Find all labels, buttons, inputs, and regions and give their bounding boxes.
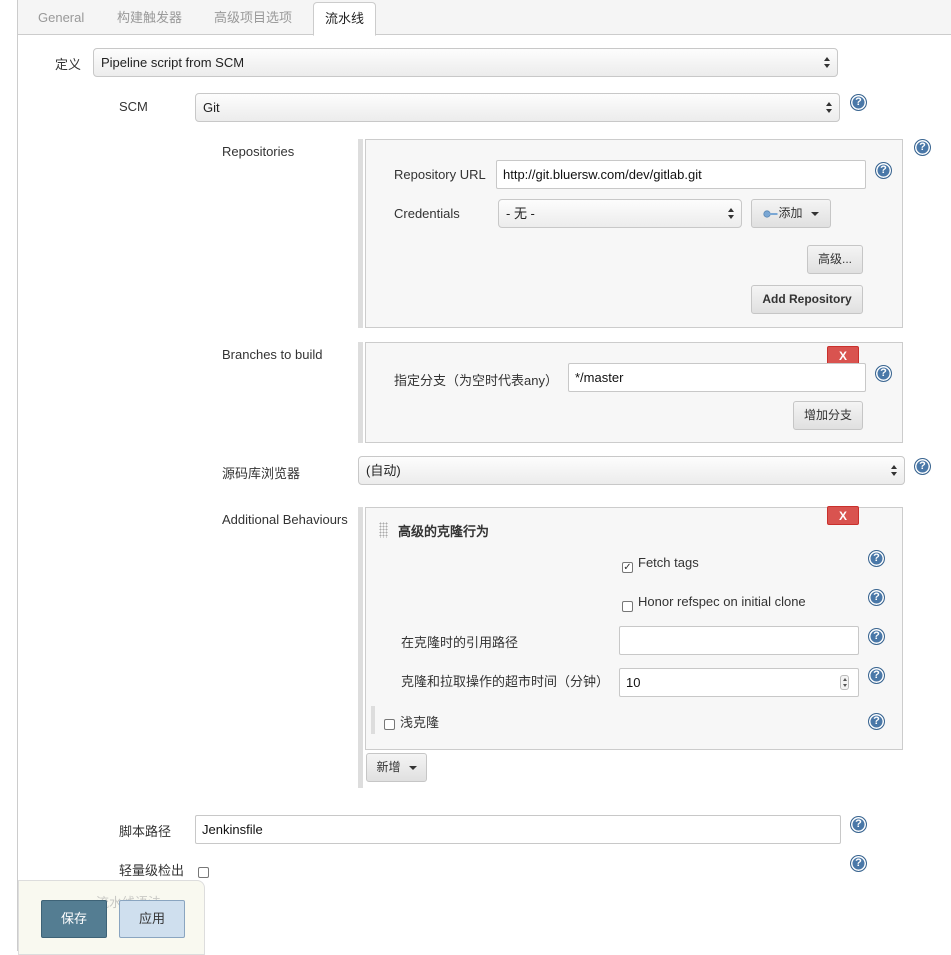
add-branch-button[interactable]: 增加分支 — [793, 401, 863, 430]
reference-path-label: 在克隆时的引用路径 — [401, 635, 519, 650]
advanced-clone-title: 高级的克隆行为 — [398, 524, 490, 539]
repositories-label: Repositories — [222, 144, 295, 159]
scm-label: SCM — [119, 99, 148, 114]
additional-behaviours-label: Additional Behaviours — [222, 512, 348, 527]
tab-general[interactable]: General — [27, 0, 95, 35]
apply-button[interactable]: 应用 — [119, 900, 185, 938]
chevron-down-icon — [408, 765, 417, 770]
credentials-value: - 无 - — [506, 206, 535, 221]
select-arrows-icon — [728, 200, 736, 227]
branch-specifier-label: 指定分支（为空时代表any） — [394, 373, 558, 388]
credentials-select[interactable]: - 无 - — [498, 199, 742, 228]
help-icon[interactable]: ? — [875, 365, 892, 382]
select-arrows-icon — [891, 457, 899, 484]
tab-pipeline[interactable]: 流水线 — [313, 2, 377, 36]
add-credentials-button[interactable]: 添加 — [751, 199, 831, 228]
definition-select[interactable]: Pipeline script from SCM — [93, 48, 838, 77]
add-behaviour-button[interactable]: 新增 — [366, 753, 427, 782]
lightweight-checkout-checkbox[interactable] — [198, 867, 209, 878]
shallow-clone-bar — [371, 706, 375, 734]
script-path-label: 脚本路径 — [119, 824, 172, 839]
add-credentials-label: 添加 — [778, 206, 803, 220]
help-icon[interactable]: ? — [868, 589, 885, 606]
script-path-input[interactable]: Jenkinsfile — [195, 815, 841, 844]
help-icon[interactable]: ? — [868, 713, 885, 730]
lightweight-checkout-label: 轻量级检出 — [119, 863, 185, 878]
help-icon[interactable]: ? — [850, 855, 867, 872]
branch-specifier-input[interactable]: */master — [568, 363, 866, 392]
repository-advanced-button[interactable]: 高级... — [807, 245, 863, 274]
repository-url-input[interactable]: http://git.bluersw.com/dev/gitlab.git — [496, 160, 866, 189]
help-icon[interactable]: ? — [914, 458, 931, 475]
help-icon[interactable]: ? — [868, 628, 885, 645]
repositories-panel-bar — [358, 139, 363, 328]
credentials-label: Credentials — [394, 206, 460, 221]
number-spinner-icon[interactable] — [840, 675, 849, 690]
help-icon[interactable]: ? — [850, 816, 867, 833]
select-arrows-icon — [826, 94, 834, 121]
fetch-tags-checkbox[interactable]: ✓ — [622, 562, 633, 573]
help-icon[interactable]: ? — [914, 139, 931, 156]
add-behaviour-label: 新增 — [376, 760, 401, 774]
chevron-down-icon — [810, 211, 819, 216]
select-arrows-icon — [824, 49, 832, 76]
shallow-clone-label: 浅克隆 — [400, 715, 440, 730]
add-repository-button[interactable]: Add Repository — [751, 285, 863, 314]
help-icon[interactable]: ? — [868, 550, 885, 567]
drag-handle-icon[interactable] — [379, 522, 388, 538]
tab-advanced-project-options[interactable]: 高级项目选项 — [203, 0, 303, 35]
reference-path-input[interactable] — [619, 626, 859, 655]
definition-value: Pipeline script from SCM — [101, 55, 245, 70]
scm-value: Git — [203, 100, 220, 115]
definition-label: 定义 — [55, 57, 82, 72]
help-icon[interactable]: ? — [875, 162, 892, 179]
tab-build-triggers[interactable]: 构建触发器 — [106, 0, 193, 35]
delete-behaviour-button[interactable]: X — [827, 506, 859, 525]
help-icon[interactable]: ? — [868, 667, 885, 684]
repository-url-label: Repository URL — [394, 167, 486, 182]
timeout-value: 10 — [626, 675, 641, 690]
repository-browser-label: 源码库浏览器 — [222, 466, 301, 481]
repository-browser-select[interactable]: (自动) — [358, 456, 905, 485]
honor-refspec-checkbox[interactable] — [622, 601, 633, 612]
tab-bar: General 构建触发器 高级项目选项 流水线 — [18, 0, 951, 36]
timeout-label: 克隆和拉取操作的超市时间（分钟） — [401, 674, 610, 689]
behaviours-panel-bar — [358, 507, 363, 788]
fetch-tags-label: Fetch tags — [638, 555, 699, 570]
repository-browser-value: (自动) — [366, 463, 401, 478]
branches-label: Branches to build — [222, 347, 323, 362]
key-icon — [763, 210, 778, 218]
help-icon[interactable]: ? — [850, 94, 867, 111]
shallow-clone-checkbox[interactable] — [384, 719, 395, 730]
branches-panel-bar — [358, 342, 363, 443]
honor-refspec-label: Honor refspec on initial clone — [638, 594, 806, 609]
left-border — [17, 0, 18, 951]
timeout-input[interactable]: 10 — [619, 668, 859, 697]
save-button[interactable]: 保存 — [41, 900, 107, 938]
scm-select[interactable]: Git — [195, 93, 840, 122]
